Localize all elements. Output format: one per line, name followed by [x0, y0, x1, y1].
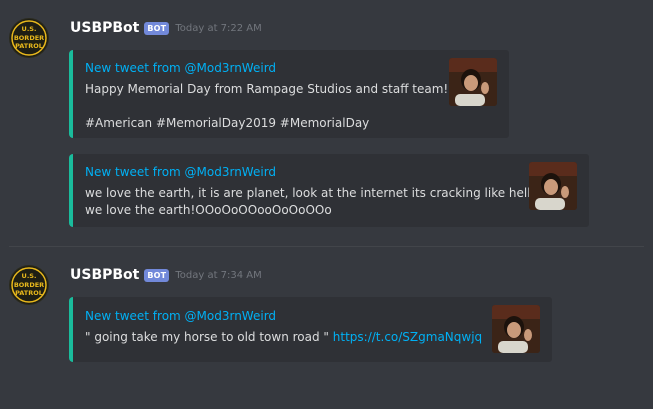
badge-text-border: BORDER [14, 34, 44, 42]
avatar[interactable]: U.S. BORDER PATROL [9, 18, 49, 58]
badge-text-us: U.S. [22, 25, 37, 33]
border-patrol-badge-icon: U.S. BORDER PATROL [10, 19, 48, 57]
tweet-thumbnail[interactable] [492, 305, 540, 353]
badge-text-us: U.S. [22, 272, 37, 280]
tweet-thumbnail[interactable] [449, 58, 497, 106]
embed-desc-line: Happy Memorial Day from Rampage Studios … [85, 82, 449, 96]
badge-text-patrol: PATROL [15, 289, 43, 297]
message-header: USBPBot BOT Today at 7:34 AM [70, 267, 262, 283]
avatar[interactable]: U.S. BORDER PATROL [9, 265, 49, 305]
badge-text-border: BORDER [14, 281, 44, 289]
username[interactable]: USBPBot [70, 267, 139, 283]
bot-tag: BOT [144, 268, 170, 282]
border-patrol-badge-icon: U.S. BORDER PATROL [10, 266, 48, 304]
timestamp[interactable]: Today at 7:34 AM [175, 270, 261, 281]
person-photo-icon [449, 58, 497, 106]
tweet-link[interactable]: https://t.co/SZgmaNqwjq [333, 330, 482, 344]
embed-desc-line: we love the earth!OOoOoOOooOoOoOOo [85, 203, 332, 217]
embed-title-link[interactable]: New tweet from @Mod3rnWeird [85, 309, 276, 323]
badge-text-patrol: PATROL [15, 42, 43, 50]
embed-title-link[interactable]: New tweet from @Mod3rnWeird [85, 61, 276, 75]
embed-description: Happy Memorial Day from Rampage Studios … [85, 81, 448, 132]
message-header: USBPBot BOT Today at 7:22 AM [70, 20, 262, 36]
tweet-embed: New tweet from @Mod3rnWeird we love the … [69, 154, 589, 227]
embed-desc-line [85, 98, 448, 115]
tweet-embed: New tweet from @Mod3rnWeird " going take… [69, 297, 552, 362]
embed-desc-line: #American #MemorialDay2019 #MemorialDay [85, 116, 370, 130]
bot-tag: BOT [144, 21, 170, 35]
message-group-2: U.S. BORDER PATROL USBPBot BOT Today at … [0, 247, 653, 409]
embed-desc-line: we love the earth, it is are planet, loo… [85, 186, 535, 200]
tweet-embed: New tweet from @Mod3rnWeird Happy Memori… [69, 50, 509, 138]
embed-description: " going take my horse to old town road "… [85, 329, 482, 346]
username[interactable]: USBPBot [70, 20, 139, 36]
person-photo-icon [529, 162, 577, 210]
embed-title-link[interactable]: New tweet from @Mod3rnWeird [85, 165, 276, 179]
timestamp[interactable]: Today at 7:22 AM [175, 23, 261, 34]
message-group-1: U.S. BORDER PATROL USBPBot BOT Today at … [0, 0, 653, 245]
embed-desc-text: " going take my horse to old town road " [85, 330, 329, 344]
person-photo-icon [492, 305, 540, 353]
embed-description: we love the earth, it is are planet, loo… [85, 185, 534, 219]
tweet-thumbnail[interactable] [529, 162, 577, 210]
